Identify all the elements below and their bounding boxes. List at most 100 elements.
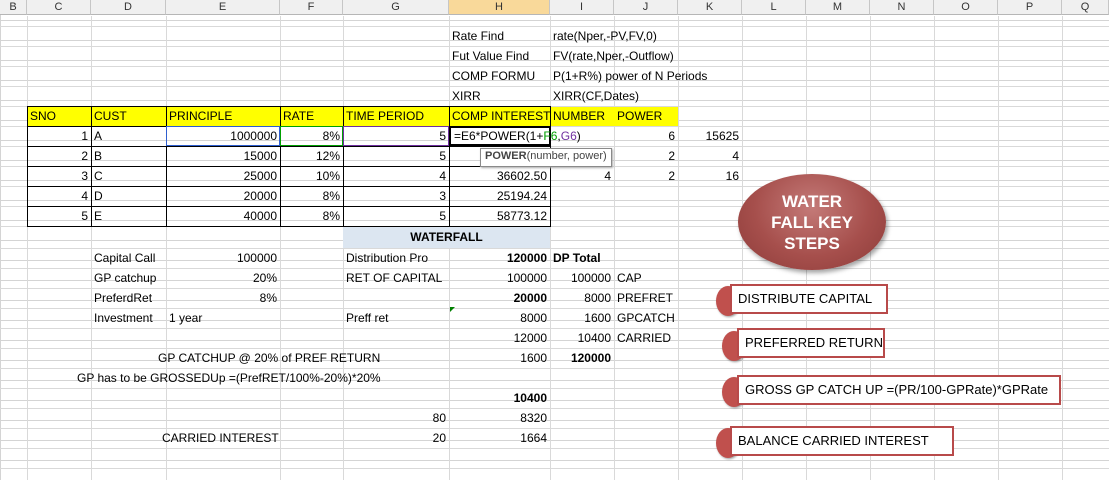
cell-power[interactable]: 15625 bbox=[678, 126, 742, 146]
column-header-d[interactable]: D bbox=[91, 0, 166, 15]
h-value[interactable]: 100000 bbox=[449, 268, 550, 288]
column-header-i[interactable]: I bbox=[550, 0, 614, 15]
input-label[interactable]: PreferdRet bbox=[91, 288, 155, 308]
column-header-b[interactable]: B bbox=[0, 0, 27, 15]
h-value[interactable]: 120000 bbox=[449, 248, 550, 268]
input-label[interactable]: Capital Call bbox=[91, 248, 158, 268]
cell-rate[interactable]: 8% bbox=[280, 186, 343, 206]
cell-sno[interactable]: 1 bbox=[27, 126, 91, 146]
h-value[interactable]: 8320 bbox=[449, 408, 550, 428]
h-value[interactable]: 20000 bbox=[449, 288, 550, 308]
step-box-distribute-capital[interactable]: DISTRIBUTE CAPITAL bbox=[730, 284, 888, 314]
column-header-j[interactable]: J bbox=[614, 0, 678, 15]
column-header-o[interactable]: O bbox=[934, 0, 998, 15]
note-text[interactable]: rate(Nper,-PV,FV,0) bbox=[550, 26, 660, 46]
input-value[interactable]: 100000 bbox=[166, 248, 280, 268]
cell-principle[interactable]: 20000 bbox=[166, 186, 280, 206]
dp-total-label[interactable]: DP Total bbox=[550, 248, 604, 268]
step-box-balance-carried-interest[interactable]: BALANCE CARRIED INTEREST bbox=[730, 426, 954, 456]
cell-number[interactable]: 2 bbox=[614, 146, 678, 166]
column-header-f[interactable]: F bbox=[280, 0, 343, 15]
cell-rate[interactable]: 8% bbox=[280, 206, 343, 226]
g-value-80[interactable]: 80 bbox=[343, 408, 449, 428]
input-value[interactable]: 20% bbox=[166, 268, 280, 288]
i-value[interactable]: 1600 bbox=[550, 308, 614, 328]
cell-comp-interest[interactable]: 25194.24 bbox=[449, 186, 550, 206]
column-header-n[interactable]: N bbox=[870, 0, 934, 15]
return-of-capital-label[interactable]: RET OF CAPITAL bbox=[343, 268, 445, 288]
gp-catchup-note[interactable]: GP CATCHUP @ 20% of PREF RETURN bbox=[155, 348, 383, 368]
cell-extra[interactable]: 16 bbox=[678, 166, 742, 186]
column-header-e[interactable]: E bbox=[166, 0, 280, 15]
step-box-preferred-return[interactable]: PREFERRED RETURN bbox=[737, 328, 885, 358]
cell-number[interactable]: 4 bbox=[550, 166, 614, 186]
cell-period[interactable]: 5 bbox=[343, 146, 449, 166]
column-header-l[interactable]: L bbox=[742, 0, 806, 15]
cell-principle[interactable]: 40000 bbox=[166, 206, 280, 226]
h-value[interactable]: 12000 bbox=[449, 328, 550, 348]
j-label[interactable]: PREFRET bbox=[614, 288, 676, 308]
input-label[interactable]: GP catchup bbox=[91, 268, 159, 288]
input-value[interactable]: 8% bbox=[166, 288, 280, 308]
cell-sno[interactable]: 3 bbox=[27, 166, 91, 186]
cell-sno[interactable]: 4 bbox=[27, 186, 91, 206]
input-value[interactable]: 1 year bbox=[166, 308, 205, 328]
cell-period[interactable]: 3 bbox=[343, 186, 449, 206]
i-total[interactable]: 120000 bbox=[550, 348, 614, 368]
cell-cust[interactable]: E bbox=[91, 206, 105, 226]
step-box-gross-gp-catchup[interactable]: GROSS GP CATCH UP =(PR/100-GPRate)*GPRat… bbox=[737, 375, 1061, 405]
cell-sno[interactable]: 2 bbox=[27, 146, 91, 166]
note-text[interactable]: FV(rate,Nper,-Outflow) bbox=[550, 46, 677, 66]
h-value[interactable]: 8000 bbox=[449, 308, 550, 328]
j-label[interactable]: CAP bbox=[614, 268, 645, 288]
g-value-20[interactable]: 20 bbox=[343, 428, 449, 448]
cell-rate[interactable]: 10% bbox=[280, 166, 343, 186]
note-label[interactable]: XIRR bbox=[449, 86, 484, 106]
cell-principle[interactable]: 1000000 bbox=[166, 126, 280, 146]
note-label[interactable]: COMP FORMU bbox=[449, 66, 538, 86]
note-text[interactable]: P(1+R%) power of N Periods bbox=[550, 66, 710, 86]
cell-number[interactable]: 6 bbox=[614, 126, 678, 146]
waterfall-title[interactable]: WATERFALL bbox=[343, 227, 550, 247]
note-text[interactable]: XIRR(CF,Dates) bbox=[550, 86, 642, 106]
j-label[interactable]: CARRIED bbox=[614, 328, 674, 348]
note-label[interactable]: Rate Find bbox=[449, 26, 507, 46]
carried-interest-label[interactable]: CARRIED INTEREST bbox=[159, 428, 282, 448]
active-cell-formula[interactable]: =E6*POWER(1+F6,G6) bbox=[449, 126, 581, 146]
header-power[interactable]: POWER bbox=[614, 106, 665, 126]
i-value[interactable]: 100000 bbox=[550, 268, 614, 288]
cell-rate[interactable]: 8% bbox=[280, 126, 343, 146]
waterfall-key-steps-callout[interactable]: WATER FALL KEY STEPS bbox=[738, 174, 886, 270]
cell-rate[interactable]: 12% bbox=[280, 146, 343, 166]
i-value[interactable]: 10400 bbox=[550, 328, 614, 348]
distribution-label[interactable]: Distribution Pro bbox=[343, 248, 431, 268]
cell-comp-interest[interactable]: 36602.50 bbox=[449, 166, 550, 186]
column-header-q[interactable]: Q bbox=[1062, 0, 1109, 15]
preferred-return-label[interactable]: Preff ret bbox=[343, 308, 391, 328]
cell-sno[interactable]: 5 bbox=[27, 206, 91, 226]
column-header-h[interactable]: H bbox=[449, 0, 550, 15]
h-value[interactable]: 10400 bbox=[449, 388, 550, 408]
cell-period[interactable]: 5 bbox=[343, 126, 449, 146]
header-number[interactable]: NUMBER bbox=[550, 106, 608, 126]
cell-principle[interactable]: 25000 bbox=[166, 166, 280, 186]
input-label[interactable]: Investment bbox=[91, 308, 156, 328]
column-header-p[interactable]: P bbox=[998, 0, 1062, 15]
cell-cust[interactable]: D bbox=[91, 186, 106, 206]
i-value[interactable]: 8000 bbox=[550, 288, 614, 308]
cell-cust[interactable]: B bbox=[91, 146, 105, 166]
j-label[interactable]: GPCATCH bbox=[614, 308, 678, 328]
function-tooltip[interactable]: POWER(number, power) bbox=[480, 148, 612, 167]
column-header-k[interactable]: K bbox=[678, 0, 742, 15]
h-value[interactable]: 1664 bbox=[449, 428, 550, 448]
cell-principle[interactable]: 15000 bbox=[166, 146, 280, 166]
cell-period[interactable]: 5 bbox=[343, 206, 449, 226]
column-header-g[interactable]: G bbox=[343, 0, 449, 15]
note-label[interactable]: Fut Value Find bbox=[449, 46, 532, 66]
cell-comp-interest[interactable]: 58773.12 bbox=[449, 206, 550, 226]
cell-cust[interactable]: A bbox=[91, 126, 105, 146]
cell-power[interactable]: 2 bbox=[614, 166, 678, 186]
column-header-c[interactable]: C bbox=[27, 0, 91, 15]
cell-period[interactable]: 4 bbox=[343, 166, 449, 186]
h-value[interactable]: 1600 bbox=[449, 348, 550, 368]
